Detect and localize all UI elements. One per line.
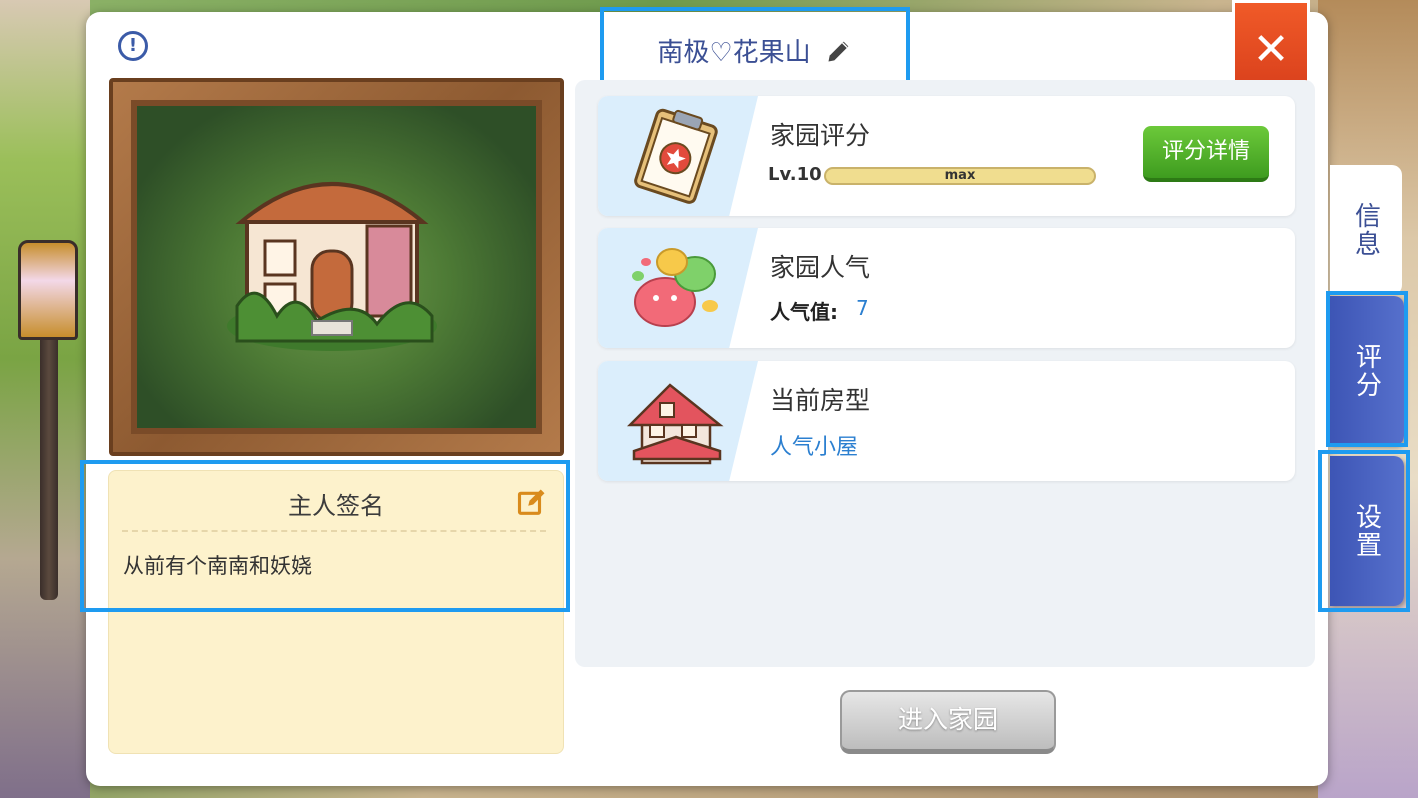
tab-info[interactable]: 信息 bbox=[1330, 165, 1402, 295]
edit-note-icon[interactable] bbox=[517, 487, 547, 517]
rating-card: 家园评分 Lv.10 max 评分详情 bbox=[598, 96, 1295, 216]
tab-rating[interactable]: 评分 bbox=[1330, 296, 1404, 446]
popularity-value: 7 bbox=[856, 296, 869, 320]
signature-text[interactable]: 从前有个南南和妖娆 bbox=[123, 550, 312, 580]
house-type-value[interactable]: 人气小屋 bbox=[770, 429, 858, 461]
signature-title: 主人签名 bbox=[288, 492, 384, 520]
clipboard-icon bbox=[634, 108, 718, 204]
level-progress-bar: max bbox=[824, 167, 1096, 185]
house-illustration bbox=[227, 182, 437, 351]
signature-divider bbox=[122, 530, 546, 532]
home-title: 南极♡花果山 bbox=[657, 38, 811, 68]
level-label: Lv.10 bbox=[768, 164, 822, 185]
tab-rating-label: 评分 bbox=[1351, 343, 1382, 399]
tab-settings-label: 设置 bbox=[1351, 503, 1382, 559]
house-picture bbox=[131, 100, 542, 434]
house-picture-frame bbox=[109, 78, 564, 456]
rating-details-button[interactable]: 评分详情 bbox=[1143, 126, 1269, 182]
tab-info-label: 信息 bbox=[1350, 202, 1381, 258]
popularity-label: 人气值: bbox=[770, 300, 838, 324]
house-type-card: 当前房型 人气小屋 bbox=[598, 361, 1295, 481]
house-type-title: 当前房型 bbox=[770, 386, 871, 415]
rating-title: 家园评分 bbox=[770, 121, 871, 150]
info-icon[interactable]: ! bbox=[118, 31, 148, 61]
slime-icon bbox=[632, 248, 718, 327]
lamp-head bbox=[18, 240, 78, 340]
pencil-icon[interactable] bbox=[825, 37, 853, 65]
tab-settings[interactable]: 设置 bbox=[1330, 456, 1404, 606]
enter-home-button[interactable]: 进入家园 bbox=[840, 690, 1056, 754]
popularity-title: 家园人气 bbox=[770, 253, 871, 282]
house-icon bbox=[626, 383, 724, 465]
close-icon: ✕ bbox=[1252, 24, 1290, 75]
popularity-card: 家园人气 人气值: 7 bbox=[598, 228, 1295, 348]
